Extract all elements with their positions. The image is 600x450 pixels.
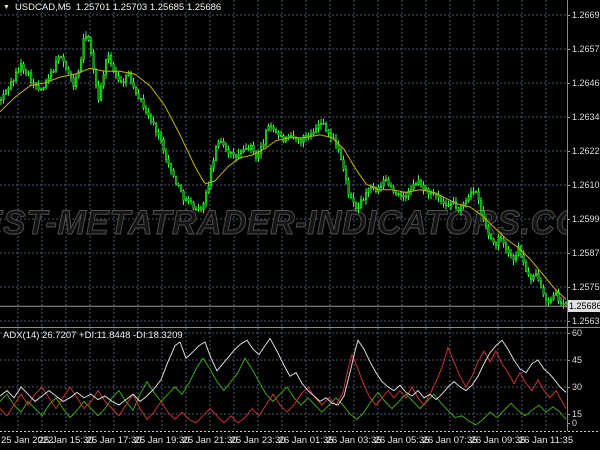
symbol-dropdown-icon[interactable]: ▼	[3, 4, 10, 11]
main-chart-area[interactable]: BEST-METATRADER-INDICATORS.COM	[0, 0, 567, 327]
price-axis-label: 1.26340	[567, 112, 600, 122]
panel-separator[interactable]	[0, 327, 600, 328]
time-axis-label: 25 Jan 21:30	[182, 435, 238, 446]
adx-scale-label: 60	[566, 328, 583, 338]
time-axis-label: 26 Jan 11:35	[518, 435, 574, 446]
time-axis-label: 25 Jan 19:30	[134, 435, 190, 446]
axis-separator-vertical	[567, 0, 568, 431]
time-axis-label: 25 Jan 17:30	[86, 435, 142, 446]
metatrader-chart-window: { "title_bar": { "dropdown_icon": "▼", "…	[0, 0, 600, 450]
adx-lines-layer	[0, 337, 567, 426]
time-axis-separator	[0, 431, 600, 432]
price-chart-canvas[interactable]: BEST-METATRADER-INDICATORS.COM	[0, 0, 567, 327]
price-axis-label: 1.26575	[567, 44, 600, 54]
price-axis-label: 1.26105	[567, 180, 600, 190]
adx-scale-label: 0	[566, 418, 578, 428]
price-axis-label: 1.26695	[567, 10, 600, 20]
adx-scale-axis[interactable]: 60 45 30 15 0	[566, 328, 600, 431]
price-axis[interactable]: 1.26695 1.26575 1.26460 1.26340 1.26225 1.261…	[567, 0, 600, 327]
time-axis-label: 25 Jan 23:30	[230, 435, 286, 446]
candles-layer	[0, 31, 567, 309]
price-axis-label: 1.25870	[567, 248, 600, 258]
time-axis-label: 26 Jan 09:35	[470, 435, 526, 446]
time-axis-label: 25 Jan 15:30	[38, 435, 94, 446]
adx-scale-label: 30	[566, 382, 583, 392]
price-axis-label: 1.26460	[567, 78, 600, 88]
adx-scale-label: 45	[566, 355, 583, 365]
chart-title: ▼ USDCAD,M5 1.25701 1.25703 1.25685 1.25…	[3, 2, 221, 13]
price-axis-label: 1.25635	[567, 316, 600, 326]
adx-canvas[interactable]	[0, 328, 567, 431]
price-axis-label: 1.26225	[567, 146, 600, 156]
adx-grid	[0, 328, 567, 431]
adx-indicator-label: ADX(14) 26.7207 +DI:11.8448 -DI:18.3209	[3, 330, 183, 341]
chart-grid	[0, 0, 567, 327]
price-axis-label: 1.25990	[567, 214, 600, 224]
current-price-tag: 1.25686	[568, 300, 600, 313]
symbol-timeframe-label: USDCAD,M5	[14, 2, 71, 13]
time-axis-label: 26 Jan 07:35	[422, 435, 478, 446]
adx-indicator-panel[interactable]	[0, 328, 567, 431]
time-axis-label: 26 Jan 05:35	[374, 435, 430, 446]
time-axis-label: 26 Jan 01:35	[278, 435, 334, 446]
ohlc-values: 1.25701 1.25703 1.25685 1.25686	[75, 2, 222, 13]
price-axis-label: 1.25750	[567, 282, 600, 292]
time-axis-label: 26 Jan 03:35	[326, 435, 382, 446]
time-axis[interactable]: 25 Jan 2022 25 Jan 15:30 25 Jan 17:30 25 Ja…	[0, 432, 600, 450]
